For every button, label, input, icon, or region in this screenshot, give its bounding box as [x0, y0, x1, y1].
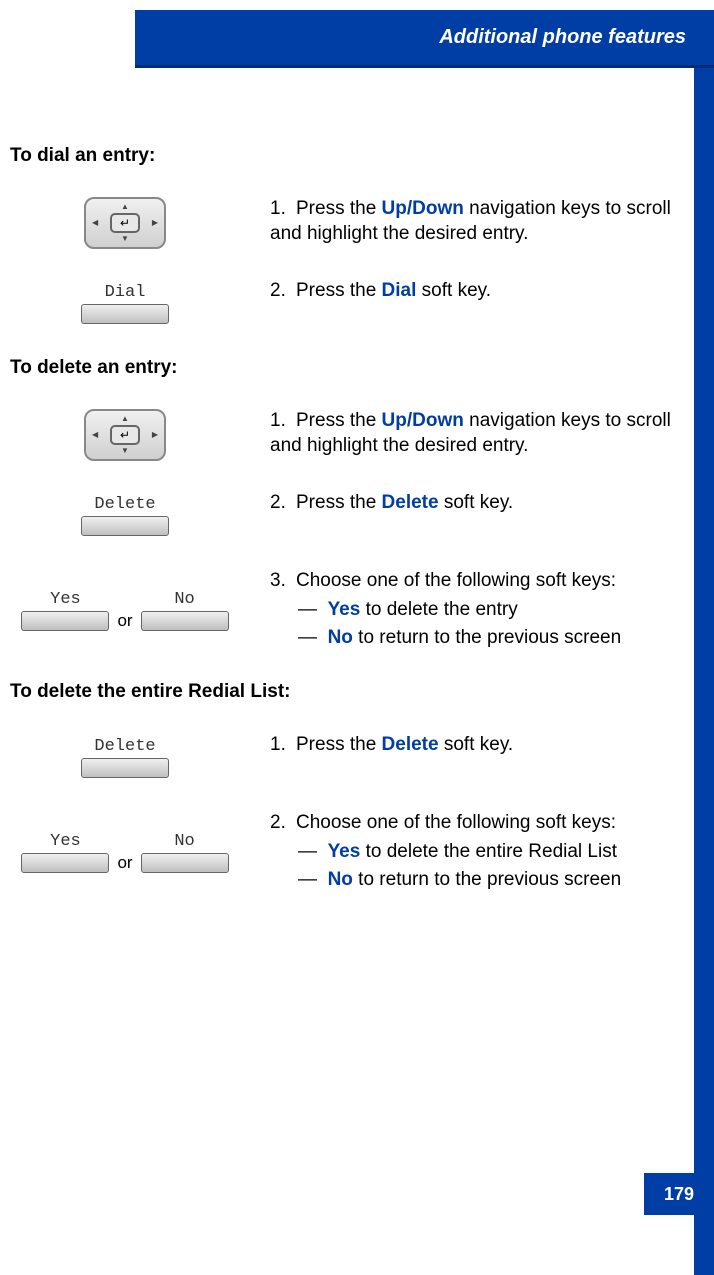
delete-softkey: Delete [81, 495, 169, 536]
arrow-right-icon: ▶ [152, 431, 158, 439]
dial-step-2-text: 2.Press the Dial soft key. [270, 279, 680, 304]
arrow-down-icon: ▼ [121, 447, 129, 455]
instruction-text: Press the Delete soft key. [296, 734, 513, 755]
delete-list-step-1: Delete 1.Press the Delete soft key. [10, 733, 680, 781]
option-no: — No to return to the previous screen [298, 868, 680, 893]
delete-entry-step-3-text: 3.Choose one of the following soft keys:… [270, 569, 680, 651]
instruction-text: Press the Delete soft key. [296, 492, 513, 513]
key-name: Yes [328, 841, 361, 862]
delete-entry-step-2-text: 2.Press the Delete soft key. [270, 491, 680, 516]
dial-step-1: ▲ ▼ ◀ ▶ ↵ 1.Press the Up/Down navigation… [10, 197, 680, 249]
softkey-label: Dial [105, 283, 146, 302]
step-number: 2. [270, 491, 296, 516]
page-header-title: Additional phone features [439, 26, 686, 49]
yes-softkey: Yes [21, 590, 109, 631]
no-softkey: No [141, 590, 229, 631]
softkey-graphic: Dial [10, 279, 240, 327]
key-name: Delete [382, 734, 439, 755]
softkey-button-icon [81, 758, 169, 778]
section-heading-delete-entry: To delete an entry: [10, 357, 680, 379]
arrow-right-icon: ▶ [152, 219, 158, 227]
page-header: Additional phone features [135, 10, 714, 68]
softkey-button-icon [81, 304, 169, 324]
arrow-left-icon: ◀ [92, 219, 98, 227]
instruction-text: Press the Dial soft key. [296, 280, 491, 301]
softkey-label: Yes [50, 832, 81, 851]
option-yes: — Yes to delete the entire Redial List [298, 840, 680, 865]
softkey-label: No [174, 590, 194, 609]
instruction-text: Choose one of the following soft keys: [296, 812, 616, 833]
key-name: Dial [382, 280, 417, 301]
softkey-graphic: Delete [10, 491, 240, 539]
softkey-pair: Yes or No [21, 590, 228, 631]
delete-entry-step-1: ▲ ▼ ◀ ▶ ↵ 1.Press the Up/Down navigation… [10, 409, 680, 461]
key-name: Up/Down [382, 410, 464, 431]
softkey-button-icon [141, 611, 229, 631]
softkey-label: Yes [50, 590, 81, 609]
softkey-button-icon [141, 853, 229, 873]
softkey-button-icon [21, 853, 109, 873]
or-text: or [117, 853, 132, 873]
no-softkey: No [141, 832, 229, 873]
softkey-label: Delete [94, 495, 155, 514]
instruction-text: Press the Up/Down navigation keys to scr… [270, 198, 671, 244]
option-yes: — Yes to delete the entry [298, 598, 680, 623]
delete-list-step-2: Yes or No 2.Choose one of the following … [10, 811, 680, 893]
yes-softkey: Yes [21, 832, 109, 873]
dial-step-1-text: 1.Press the Up/Down navigation keys to s… [270, 197, 680, 246]
enter-key-icon: ↵ [110, 213, 140, 233]
section-heading-delete-list: To delete the entire Redial List: [10, 681, 680, 703]
yes-no-softkey-graphic: Yes or No [10, 586, 240, 634]
step-number: 1. [270, 197, 296, 222]
key-name: Up/Down [382, 198, 464, 219]
delete-list-step-1-text: 1.Press the Delete soft key. [270, 733, 680, 758]
key-name: Yes [328, 599, 361, 620]
instruction-text: Press the Up/Down navigation keys to scr… [270, 410, 671, 456]
delete-entry-step-2: Delete 2.Press the Delete soft key. [10, 491, 680, 539]
enter-key-icon: ↵ [110, 425, 140, 445]
step-number: 1. [270, 409, 296, 434]
softkey-label: Delete [94, 737, 155, 756]
step-number: 2. [270, 811, 296, 836]
up-down-nav-icon: ▲ ▼ ◀ ▶ ↵ [84, 409, 166, 461]
key-name: No [328, 869, 353, 890]
key-name: Delete [382, 492, 439, 513]
arrow-up-icon: ▲ [121, 415, 129, 423]
page-content: To dial an entry: ▲ ▼ ◀ ▶ ↵ 1.Press the … [10, 115, 680, 1275]
up-down-nav-icon: ▲ ▼ ◀ ▶ ↵ [84, 197, 166, 249]
step-number: 1. [270, 733, 296, 758]
step-number: 3. [270, 569, 296, 594]
instruction-text: Choose one of the following soft keys: [296, 570, 616, 591]
option-no: — No to return to the previous screen [298, 626, 680, 651]
arrow-up-icon: ▲ [121, 203, 129, 211]
delete-entry-step-1-text: 1.Press the Up/Down navigation keys to s… [270, 409, 680, 458]
or-text: or [117, 611, 132, 631]
softkey-pair: Yes or No [21, 832, 228, 873]
nav-key-graphic: ▲ ▼ ◀ ▶ ↵ [10, 197, 240, 249]
delete-list-step-2-text: 2.Choose one of the following soft keys:… [270, 811, 680, 893]
side-stripe [694, 68, 714, 1275]
key-name: No [328, 627, 353, 648]
yes-no-softkey-graphic: Yes or No [10, 828, 240, 876]
step-number: 2. [270, 279, 296, 304]
arrow-left-icon: ◀ [92, 431, 98, 439]
delete-softkey: Delete [81, 737, 169, 778]
dial-softkey: Dial [81, 283, 169, 324]
softkey-graphic: Delete [10, 733, 240, 781]
nav-key-graphic: ▲ ▼ ◀ ▶ ↵ [10, 409, 240, 461]
softkey-button-icon [81, 516, 169, 536]
section-heading-dial: To dial an entry: [10, 145, 680, 167]
dial-step-2: Dial 2.Press the Dial soft key. [10, 279, 680, 327]
delete-entry-step-3: Yes or No 3.Choose one of the following … [10, 569, 680, 651]
arrow-down-icon: ▼ [121, 235, 129, 243]
softkey-label: No [174, 832, 194, 851]
softkey-button-icon [21, 611, 109, 631]
